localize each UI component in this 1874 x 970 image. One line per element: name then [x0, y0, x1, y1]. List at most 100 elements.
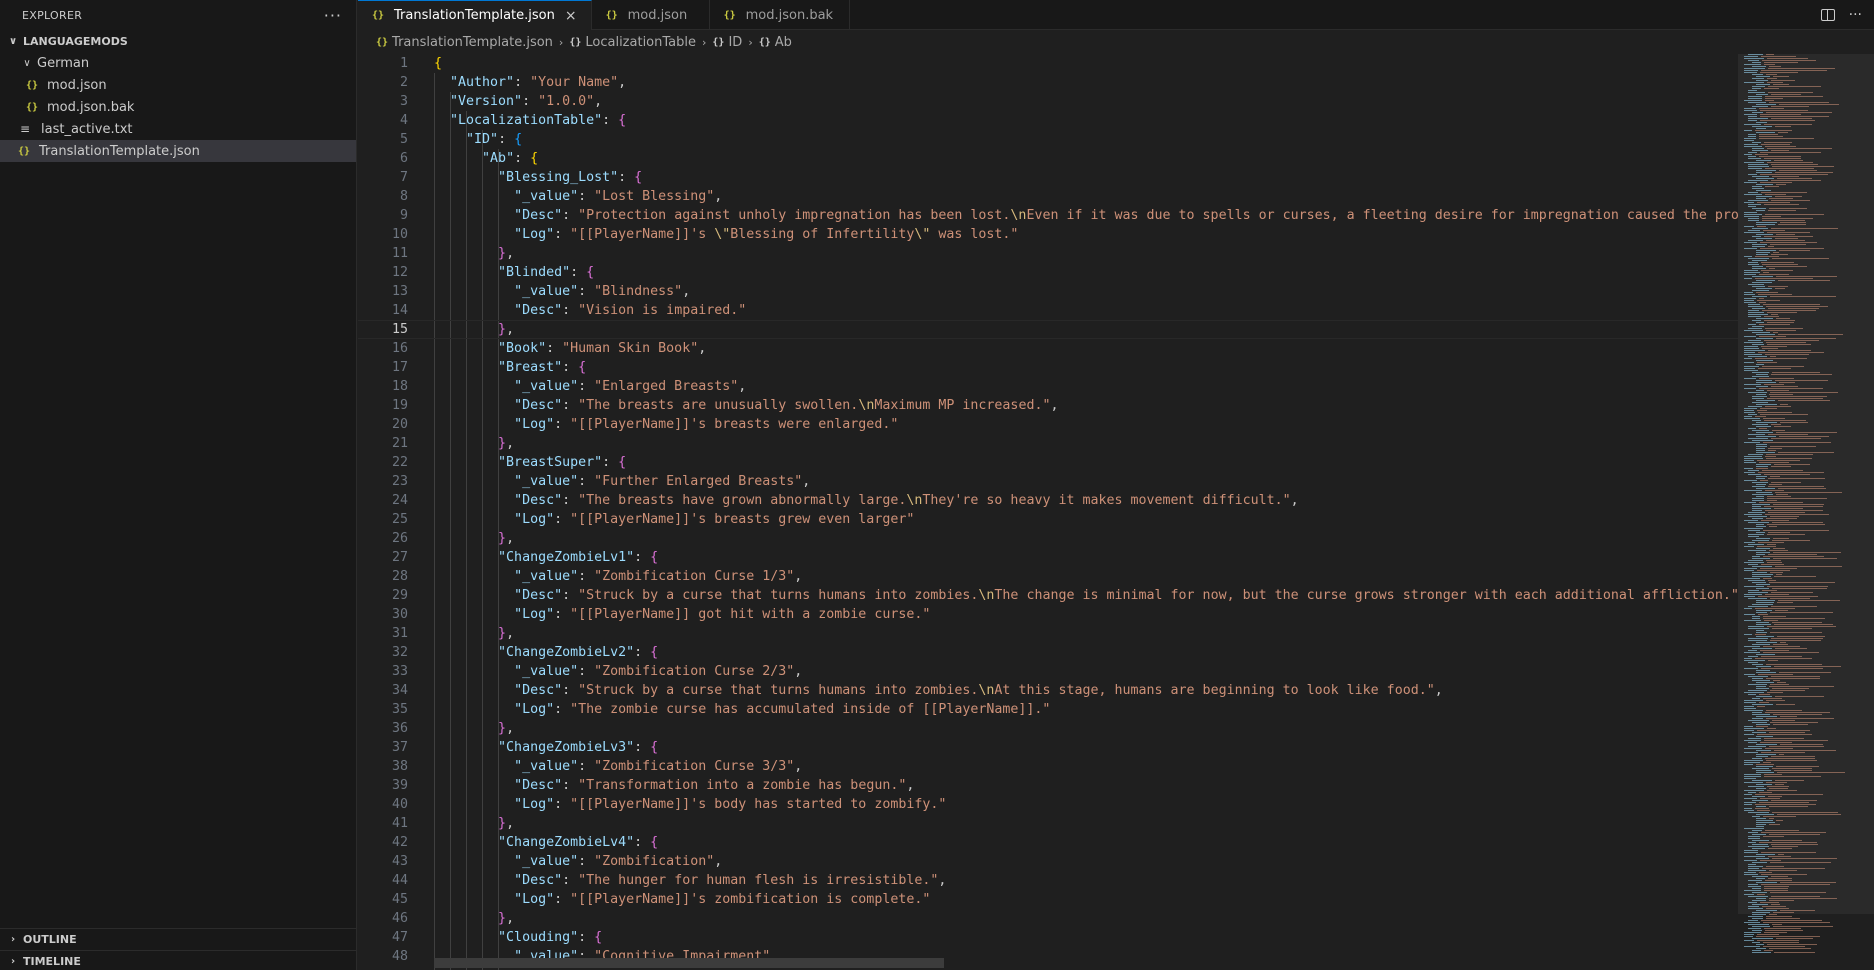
code-line[interactable]: 31 }, [358, 624, 1738, 643]
minimap-line [1766, 782, 1787, 783]
tree-folder-german[interactable]: ∨ German [0, 52, 356, 74]
minimap-line [1757, 226, 1766, 227]
code-line[interactable]: 41 }, [358, 814, 1738, 833]
code-line[interactable]: 11 }, [358, 244, 1738, 263]
minimap-line [1767, 586, 1828, 587]
code-line[interactable]: 45 "Log": "[[PlayerName]]'s zombificatio… [358, 890, 1738, 909]
minimap-line [1744, 114, 1757, 115]
minimap-line [1772, 540, 1810, 541]
timeline-section-header[interactable]: › TIMELINE [0, 950, 357, 970]
close-icon[interactable]: × [565, 8, 577, 24]
code-line[interactable]: 38 "_value": "Zombification Curse 3/3", [358, 757, 1738, 776]
code-line[interactable]: 36 }, [358, 719, 1738, 738]
horizontal-scrollbar[interactable] [434, 958, 944, 968]
minimap-line [1766, 866, 1784, 867]
code-line[interactable]: 19 "Desc": "The breasts are unusually sw… [358, 396, 1738, 415]
minimap-line [1765, 168, 1814, 169]
code-line[interactable]: 4 "LocalizationTable": { [358, 111, 1738, 130]
minimap-line [1748, 590, 1759, 591]
minimap-line [1771, 438, 1821, 439]
line-number: 26 [391, 531, 408, 546]
minimap-line [1756, 170, 1776, 171]
code-line[interactable]: 14 "Desc": "Vision is impaired." [358, 301, 1738, 320]
code-token: "Enlarged Breasts" [594, 379, 739, 394]
code-line[interactable]: 8 "_value": "Lost Blessing", [358, 187, 1738, 206]
code-line[interactable]: 40 "Log": "[[PlayerName]]'s body has sta… [358, 795, 1738, 814]
minimap-line [1775, 780, 1804, 781]
code-line[interactable]: 44 "Desc": "The hunger for human flesh i… [358, 871, 1738, 890]
code-line[interactable]: 33 "_value": "Zombification Curse 2/3", [358, 662, 1738, 681]
minimap-line [1756, 488, 1775, 489]
editor-more-icon[interactable]: ··· [1849, 7, 1862, 23]
code-line[interactable]: 12 "Blinded": { [358, 263, 1738, 282]
code-line[interactable]: 34 "Desc": "Struck by a curse that turns… [358, 681, 1738, 700]
workspace-section-header[interactable]: ∨ LANGUAGEMODS [0, 30, 356, 52]
minimap-line [1756, 496, 1764, 497]
minimap-line [1744, 790, 1764, 791]
code-line[interactable]: 13 "_value": "Blindness", [358, 282, 1738, 301]
tab-translation-template[interactable]: {} TranslationTemplate.json × [358, 0, 592, 30]
tab-mod-json[interactable]: {} mod.json [592, 0, 710, 30]
code-token: \" [914, 227, 931, 242]
minimap-line [1773, 644, 1788, 645]
code-line[interactable]: 7 "Blessing_Lost": { [358, 168, 1738, 187]
code-line[interactable]: 21 }, [358, 434, 1738, 453]
code-line[interactable]: 27 "ChangeZombieLv1": { [358, 548, 1738, 567]
split-editor-icon[interactable] [1820, 9, 1835, 21]
tab-label: mod.json [627, 7, 688, 23]
breadcrumb-item[interactable]: LocalizationTable [585, 35, 696, 50]
code-line[interactable]: 42 "ChangeZombieLv4": { [358, 833, 1738, 852]
minimap-line [1777, 772, 1845, 773]
code-line[interactable]: 25 "Log": "[[PlayerName]]'s breasts grew… [358, 510, 1738, 529]
code-line[interactable]: 5 "ID": { [358, 130, 1738, 149]
minimap-line [1768, 210, 1796, 211]
code-line[interactable]: 32 "ChangeZombieLv2": { [358, 643, 1738, 662]
tree-file-mod-json[interactable]: {} mod.json [0, 74, 356, 96]
code-editor[interactable]: 1{2 "Author": "Your Name", 3 "Version": "… [358, 54, 1738, 970]
code-line[interactable]: 10 "Log": "[[PlayerName]]'s \"Blessing o… [358, 225, 1738, 244]
code-line[interactable]: 22 "BreastSuper": { [358, 453, 1738, 472]
tree-file-translation-template[interactable]: {} TranslationTemplate.json [0, 140, 356, 162]
minimap[interactable] [1738, 54, 1874, 970]
code-line[interactable]: 39 "Desc": "Transformation into a zombie… [358, 776, 1738, 795]
code-line[interactable]: 30 "Log": "[[PlayerName]] got hit with a… [358, 605, 1738, 624]
line-content: "ChangeZombieLv4": { [434, 833, 658, 852]
code-line[interactable]: 37 "ChangeZombieLv3": { [358, 738, 1738, 757]
code-line[interactable]: 2 "Author": "Your Name", [358, 73, 1738, 92]
outline-section-header[interactable]: › OUTLINE [0, 928, 357, 950]
code-line[interactable]: 1{ [358, 54, 1738, 73]
code-line[interactable]: 15 }, [358, 320, 1738, 339]
minimap-line [1756, 552, 1770, 553]
minimap-line [1756, 548, 1770, 549]
code-line[interactable]: 17 "Breast": { [358, 358, 1738, 377]
code-line[interactable]: 18 "_value": "Enlarged Breasts", [358, 377, 1738, 396]
breadcrumb-item[interactable]: ID [728, 35, 742, 50]
minimap-line [1752, 510, 1762, 511]
code-line[interactable]: 29 "Desc": "Struck by a curse that turns… [358, 586, 1738, 605]
minimap-line [1776, 338, 1836, 339]
code-line[interactable]: 35 "Log": "The zombie curse has accumula… [358, 700, 1738, 719]
code-line[interactable]: 24 "Desc": "The breasts have grown abnor… [358, 491, 1738, 510]
code-token: : [562, 683, 579, 698]
code-line[interactable]: 26 }, [358, 529, 1738, 548]
code-line[interactable]: 6 "Ab": { [358, 149, 1738, 168]
tree-file-last-active-txt[interactable]: ≡ last_active.txt [0, 118, 356, 140]
code-line[interactable]: 16 "Book": "Human Skin Book", [358, 339, 1738, 358]
tree-file-mod-json-bak[interactable]: {} mod.json.bak [0, 96, 356, 118]
breadcrumb-item[interactable]: TranslationTemplate.json [392, 35, 553, 50]
tab-mod-json-bak[interactable]: {} mod.json.bak [710, 0, 850, 30]
minimap-line [1752, 482, 1768, 483]
code-line[interactable]: 43 "_value": "Zombification", [358, 852, 1738, 871]
breadcrumb-item[interactable]: Ab [775, 35, 792, 50]
code-line[interactable]: 23 "_value": "Further Enlarged Breasts", [358, 472, 1738, 491]
current-line-highlight [358, 320, 1738, 339]
code-line[interactable]: 20 "Log": "[[PlayerName]]'s breasts were… [358, 415, 1738, 434]
code-line[interactable]: 28 "_value": "Zombification Curse 1/3", [358, 567, 1738, 586]
minimap-line [1748, 262, 1758, 263]
code-line[interactable]: 9 "Desc": "Protection against unholy imp… [358, 206, 1738, 225]
minimap-line [1744, 70, 1758, 71]
code-line[interactable]: 3 "Version": "1.0.0", [358, 92, 1738, 111]
code-line[interactable]: 46 }, [358, 909, 1738, 928]
explorer-more-icon[interactable]: ··· [324, 6, 342, 25]
code-line[interactable]: 47 "Clouding": { [358, 928, 1738, 947]
